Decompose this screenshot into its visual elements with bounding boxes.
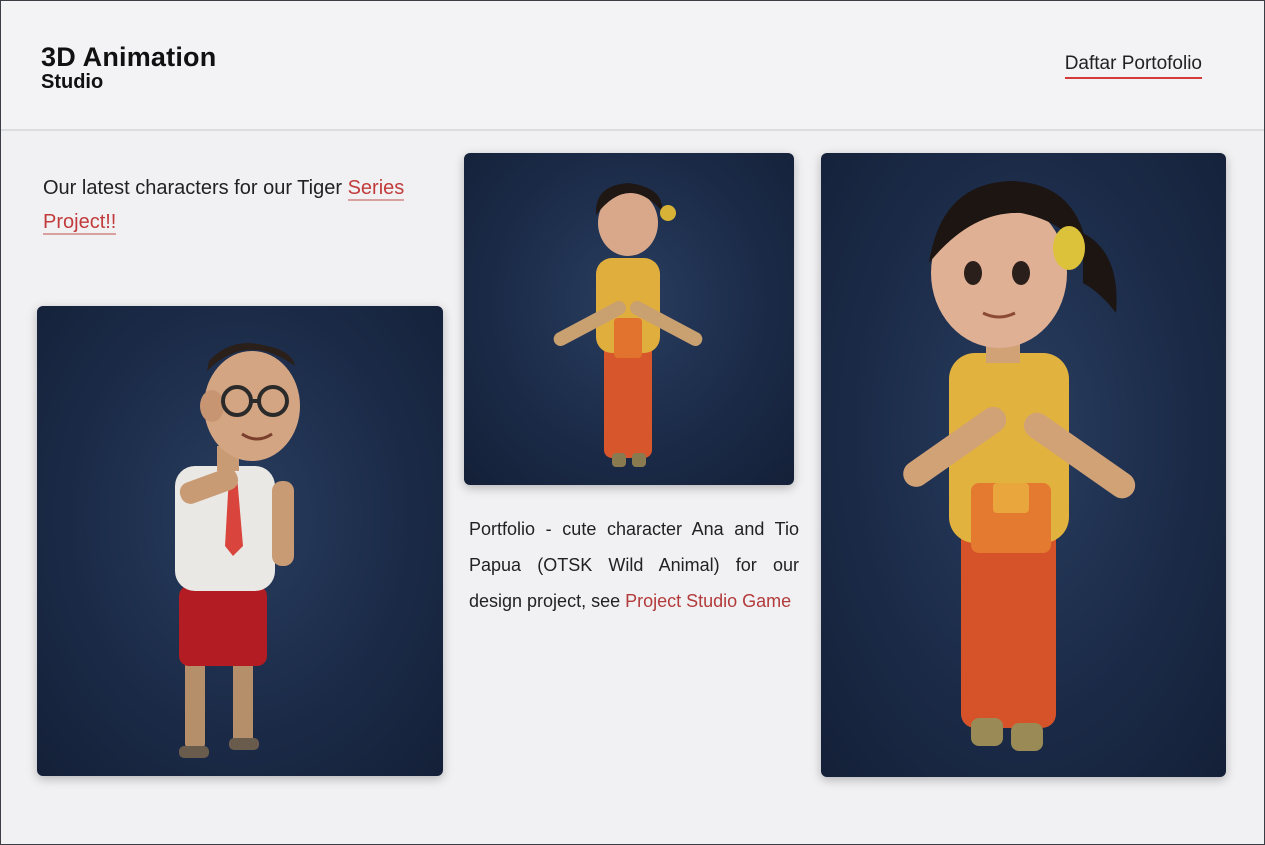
girl-character-image-small[interactable] <box>464 153 794 485</box>
girl-character-illustration-large <box>903 181 1136 751</box>
intro-main-text: Our latest characters for our Tiger <box>43 177 343 199</box>
top-bar: 3D Animation Studio Daftar Portofolio <box>1 1 1264 131</box>
brand-subtitle: Studio <box>41 71 104 93</box>
description-accent-link[interactable]: Project Studio Game <box>625 591 791 611</box>
brand-logo[interactable]: 3D Animation Studio <box>41 43 216 93</box>
nav-portfolio-link[interactable]: Daftar Portofolio <box>1064 53 1202 79</box>
girl-character-image-large[interactable] <box>821 153 1226 777</box>
boy-character-illustration <box>175 343 300 758</box>
intro-text: Our latest characters for our Tiger Seri… <box>43 171 423 239</box>
description-text: Portfolio - cute character Ana and Tio P… <box>469 511 799 619</box>
girl-character-illustration-small <box>553 183 703 467</box>
brand-title: 3D Animation <box>41 42 217 72</box>
page-frame: 3D Animation Studio Daftar Portofolio Ou… <box>0 0 1265 845</box>
boy-character-image[interactable] <box>37 306 443 776</box>
